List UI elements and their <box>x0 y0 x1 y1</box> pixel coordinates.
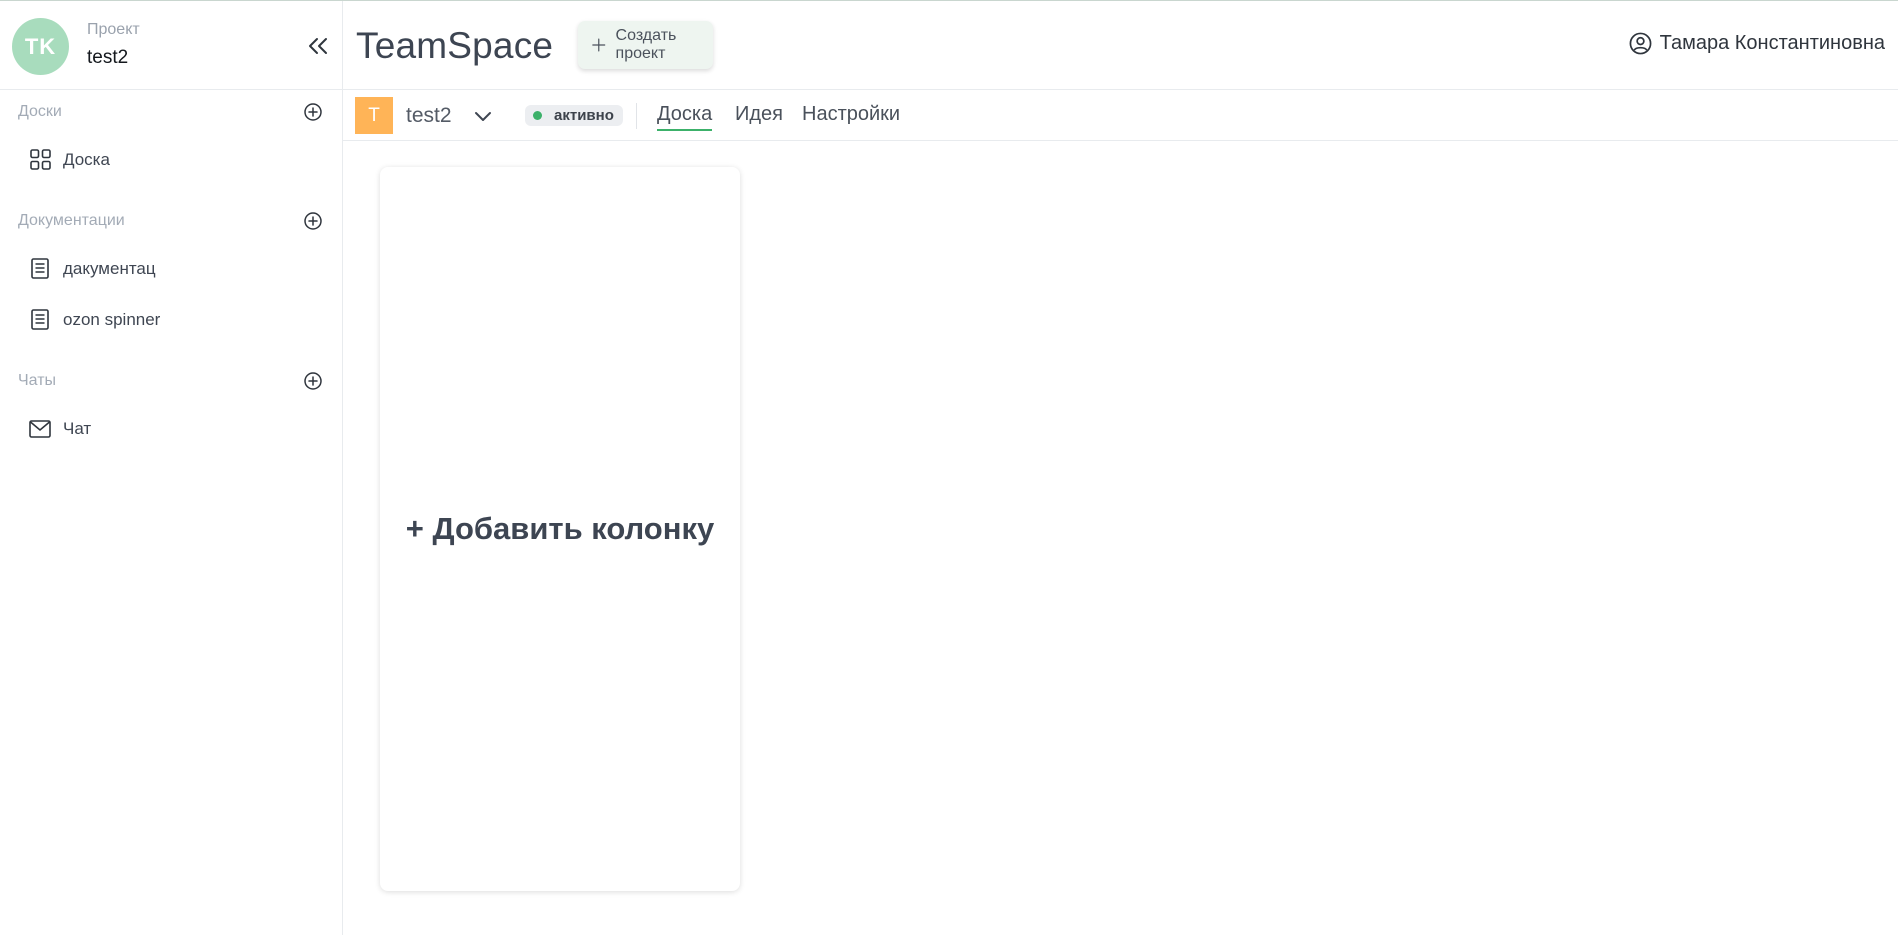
sidebar: TK Проект test2 Доски Доска Документации… <box>0 1 343 935</box>
sidebar-item-label: Чат <box>63 418 92 438</box>
double-chevron-left-icon <box>309 38 327 54</box>
user-circle-icon <box>1629 32 1652 55</box>
create-project-button[interactable]: Создать проект <box>578 21 713 69</box>
section-header: Доски <box>0 90 343 134</box>
sidebar-item-chat[interactable]: Чат <box>0 403 343 454</box>
sidebar-item-label: дакументац <box>63 258 156 278</box>
sidebar-item-label: Доска <box>63 149 110 169</box>
mail-icon <box>29 418 51 440</box>
tab-board[interactable]: Доска <box>657 103 713 131</box>
document-icon <box>29 258 51 280</box>
tab-settings[interactable]: Настройки <box>802 103 900 129</box>
document-icon <box>29 309 51 331</box>
add-column-button[interactable]: + Добавить колонку <box>380 167 740 891</box>
project-badge: T <box>355 97 393 134</box>
section-title: Чаты <box>18 372 57 389</box>
section-chats: Чаты Чат <box>0 359 343 454</box>
user-name: Тамара Константиновна <box>1659 32 1885 54</box>
add-column-label: + Добавить колонку <box>405 511 715 546</box>
grid-icon <box>29 149 51 171</box>
project-label: Проект <box>87 21 140 38</box>
add-chat-icon[interactable] <box>303 371 323 391</box>
collapse-sidebar-button[interactable] <box>300 29 336 63</box>
board-area: + Добавить колонку <box>343 141 1898 935</box>
add-board-icon[interactable] <box>303 102 323 122</box>
sidebar-item-board[interactable]: Доска <box>0 134 343 185</box>
project-selector-name[interactable]: test2 <box>406 104 452 128</box>
brand-title[interactable]: TeamSpace <box>356 25 553 67</box>
project-bar: T test2 активно Доска Идея Настройки <box>343 90 1898 141</box>
chevron-down-icon[interactable] <box>471 104 495 128</box>
section-header: Чаты <box>0 359 343 403</box>
section-title: Доски <box>18 103 62 120</box>
project-header: TK Проект test2 <box>0 1 342 90</box>
section-title: Документации <box>18 212 125 229</box>
status-dot <box>533 111 542 120</box>
sidebar-item-doc[interactable]: дакументац <box>0 243 343 294</box>
top-header: TeamSpace Создать проект Тамара Констант… <box>343 1 1898 90</box>
section-header: Документации <box>0 199 343 243</box>
section-boards: Доски Доска <box>0 90 343 185</box>
section-docs: Документации дакументац ozon spinner <box>0 199 343 345</box>
plus-icon <box>592 38 606 52</box>
create-project-label: Создать проект <box>615 27 677 62</box>
status-badge: активно <box>525 105 623 126</box>
status-label: активно <box>554 107 614 124</box>
app-window: TK Проект test2 Доски Доска Документации… <box>0 0 1898 935</box>
sidebar-item-doc[interactable]: ozon spinner <box>0 294 343 345</box>
user-menu[interactable]: Тамара Константиновна <box>1629 32 1885 55</box>
divider <box>636 103 637 129</box>
project-avatar[interactable]: TK <box>12 18 69 75</box>
tab-idea[interactable]: Идея <box>735 103 783 129</box>
sidebar-item-label: ozon spinner <box>63 309 161 329</box>
project-name: test2 <box>87 47 129 68</box>
add-doc-icon[interactable] <box>303 211 323 231</box>
